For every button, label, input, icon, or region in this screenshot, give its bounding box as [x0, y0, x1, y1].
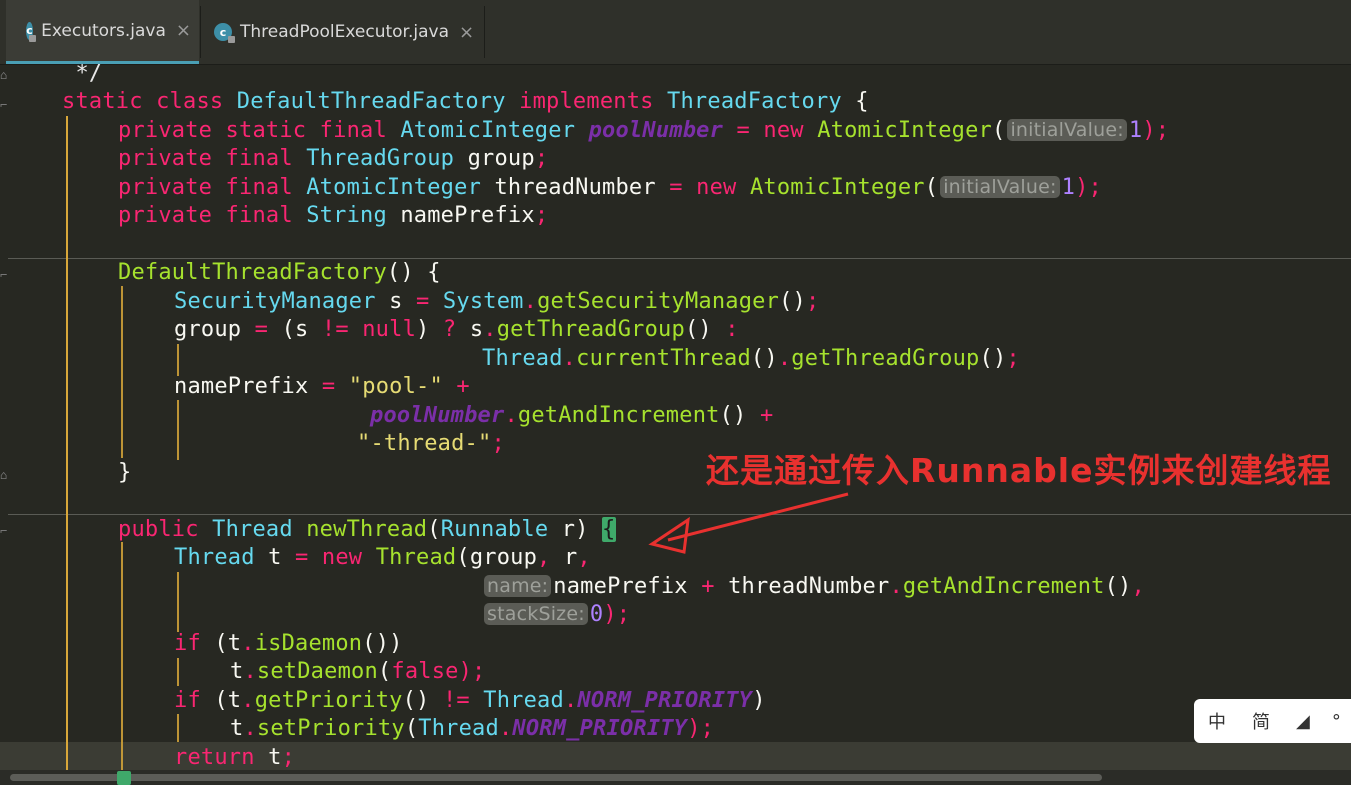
annotation-arrow — [648, 492, 849, 554]
scrollbar-thumb[interactable] — [10, 774, 1102, 781]
ime-simplified-mode[interactable]: 简 — [1252, 708, 1270, 734]
horizontal-scrollbar[interactable] — [0, 770, 1351, 785]
annotation-text: 还是通过传入Runnable实例来创建线程 — [706, 451, 1332, 490]
ime-more-icon[interactable]: ° — [1332, 711, 1341, 732]
ime-chinese-mode[interactable]: 中 — [1208, 708, 1226, 734]
matched-brace-end — [117, 771, 131, 785]
ime-toolbar[interactable]: 中 简 ◢ ° — [1194, 699, 1351, 743]
ime-punctuation-icon[interactable]: ◢ — [1296, 711, 1310, 732]
